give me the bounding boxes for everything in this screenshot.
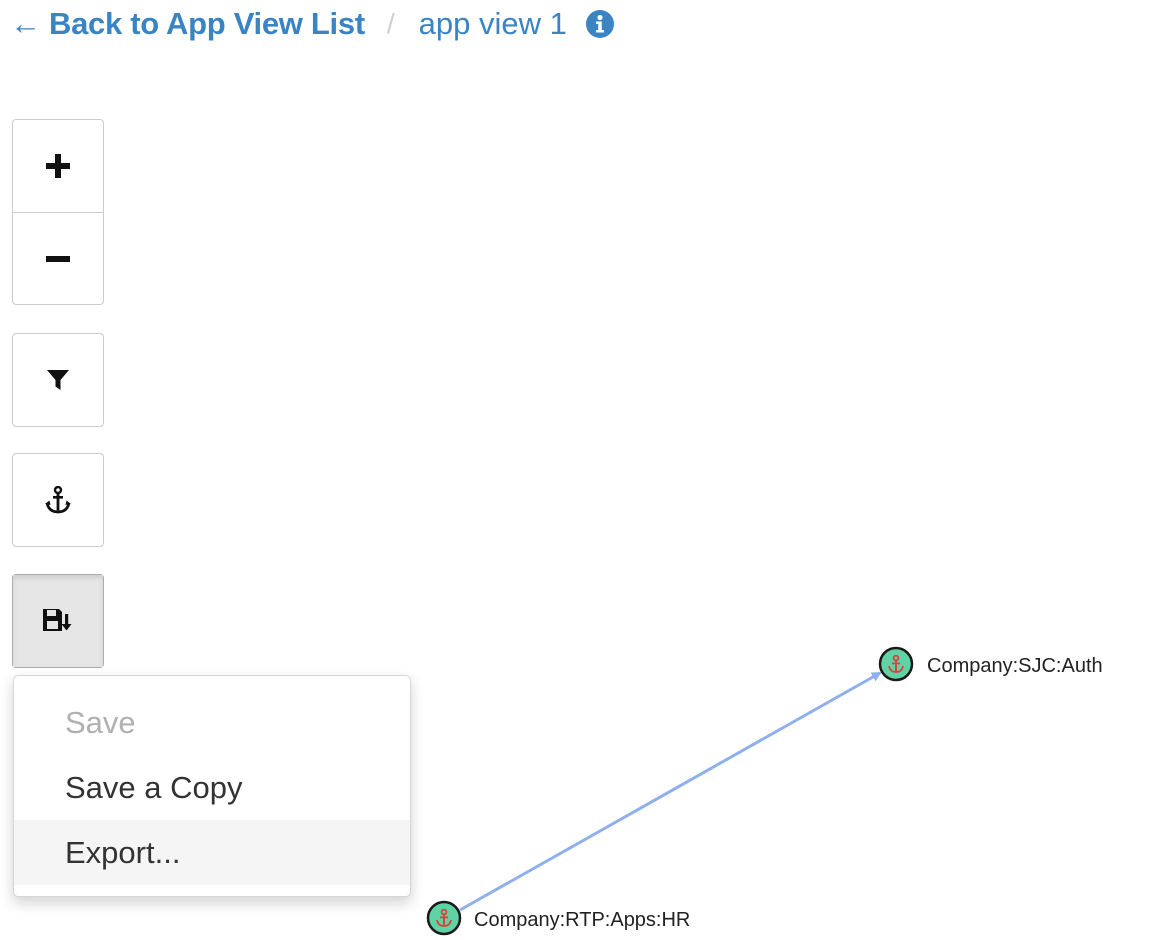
- save-dropdown-menu: Save Save a Copy Export...: [13, 675, 411, 897]
- save-download-icon: [43, 609, 72, 631]
- breadcrumb: ← Back to App View List / app view 1: [10, 4, 615, 44]
- graph-edge[interactable]: [459, 671, 882, 912]
- filter-button[interactable]: [13, 334, 103, 426]
- menu-item-export[interactable]: Export...: [14, 820, 410, 885]
- info-circle-icon[interactable]: [585, 9, 615, 39]
- graph-node-rtp-apps-hr[interactable]: Company:RTP:Apps:HR: [426, 900, 690, 936]
- anchor-icon: [426, 900, 462, 936]
- anchor-icon: [45, 486, 71, 514]
- zoom-out-button[interactable]: [13, 212, 103, 304]
- filter-control: [12, 333, 104, 427]
- minus-icon: [46, 255, 70, 262]
- zoom-in-button[interactable]: [13, 120, 103, 212]
- node-label: Company:RTP:Apps:HR: [474, 909, 690, 931]
- zoom-controls: [12, 119, 104, 305]
- back-to-app-view-list-link[interactable]: ← Back to App View List: [10, 6, 365, 42]
- anchor-control: [12, 453, 104, 547]
- save-control: [12, 574, 104, 668]
- menu-item-save-a-copy[interactable]: Save a Copy: [14, 755, 410, 820]
- menu-item-save[interactable]: Save: [14, 690, 410, 755]
- anchor-button[interactable]: [13, 454, 103, 546]
- node-label: Company:SJC:Auth: [927, 655, 1103, 677]
- breadcrumb-separator: /: [386, 8, 395, 39]
- filter-icon: [47, 370, 69, 390]
- page-title: app view 1: [418, 6, 567, 41]
- graph-node-sjc-auth[interactable]: Company:SJC:Auth: [878, 646, 1103, 682]
- save-menu-button[interactable]: [13, 575, 103, 667]
- plus-icon: [46, 154, 70, 178]
- anchor-icon: [878, 646, 914, 682]
